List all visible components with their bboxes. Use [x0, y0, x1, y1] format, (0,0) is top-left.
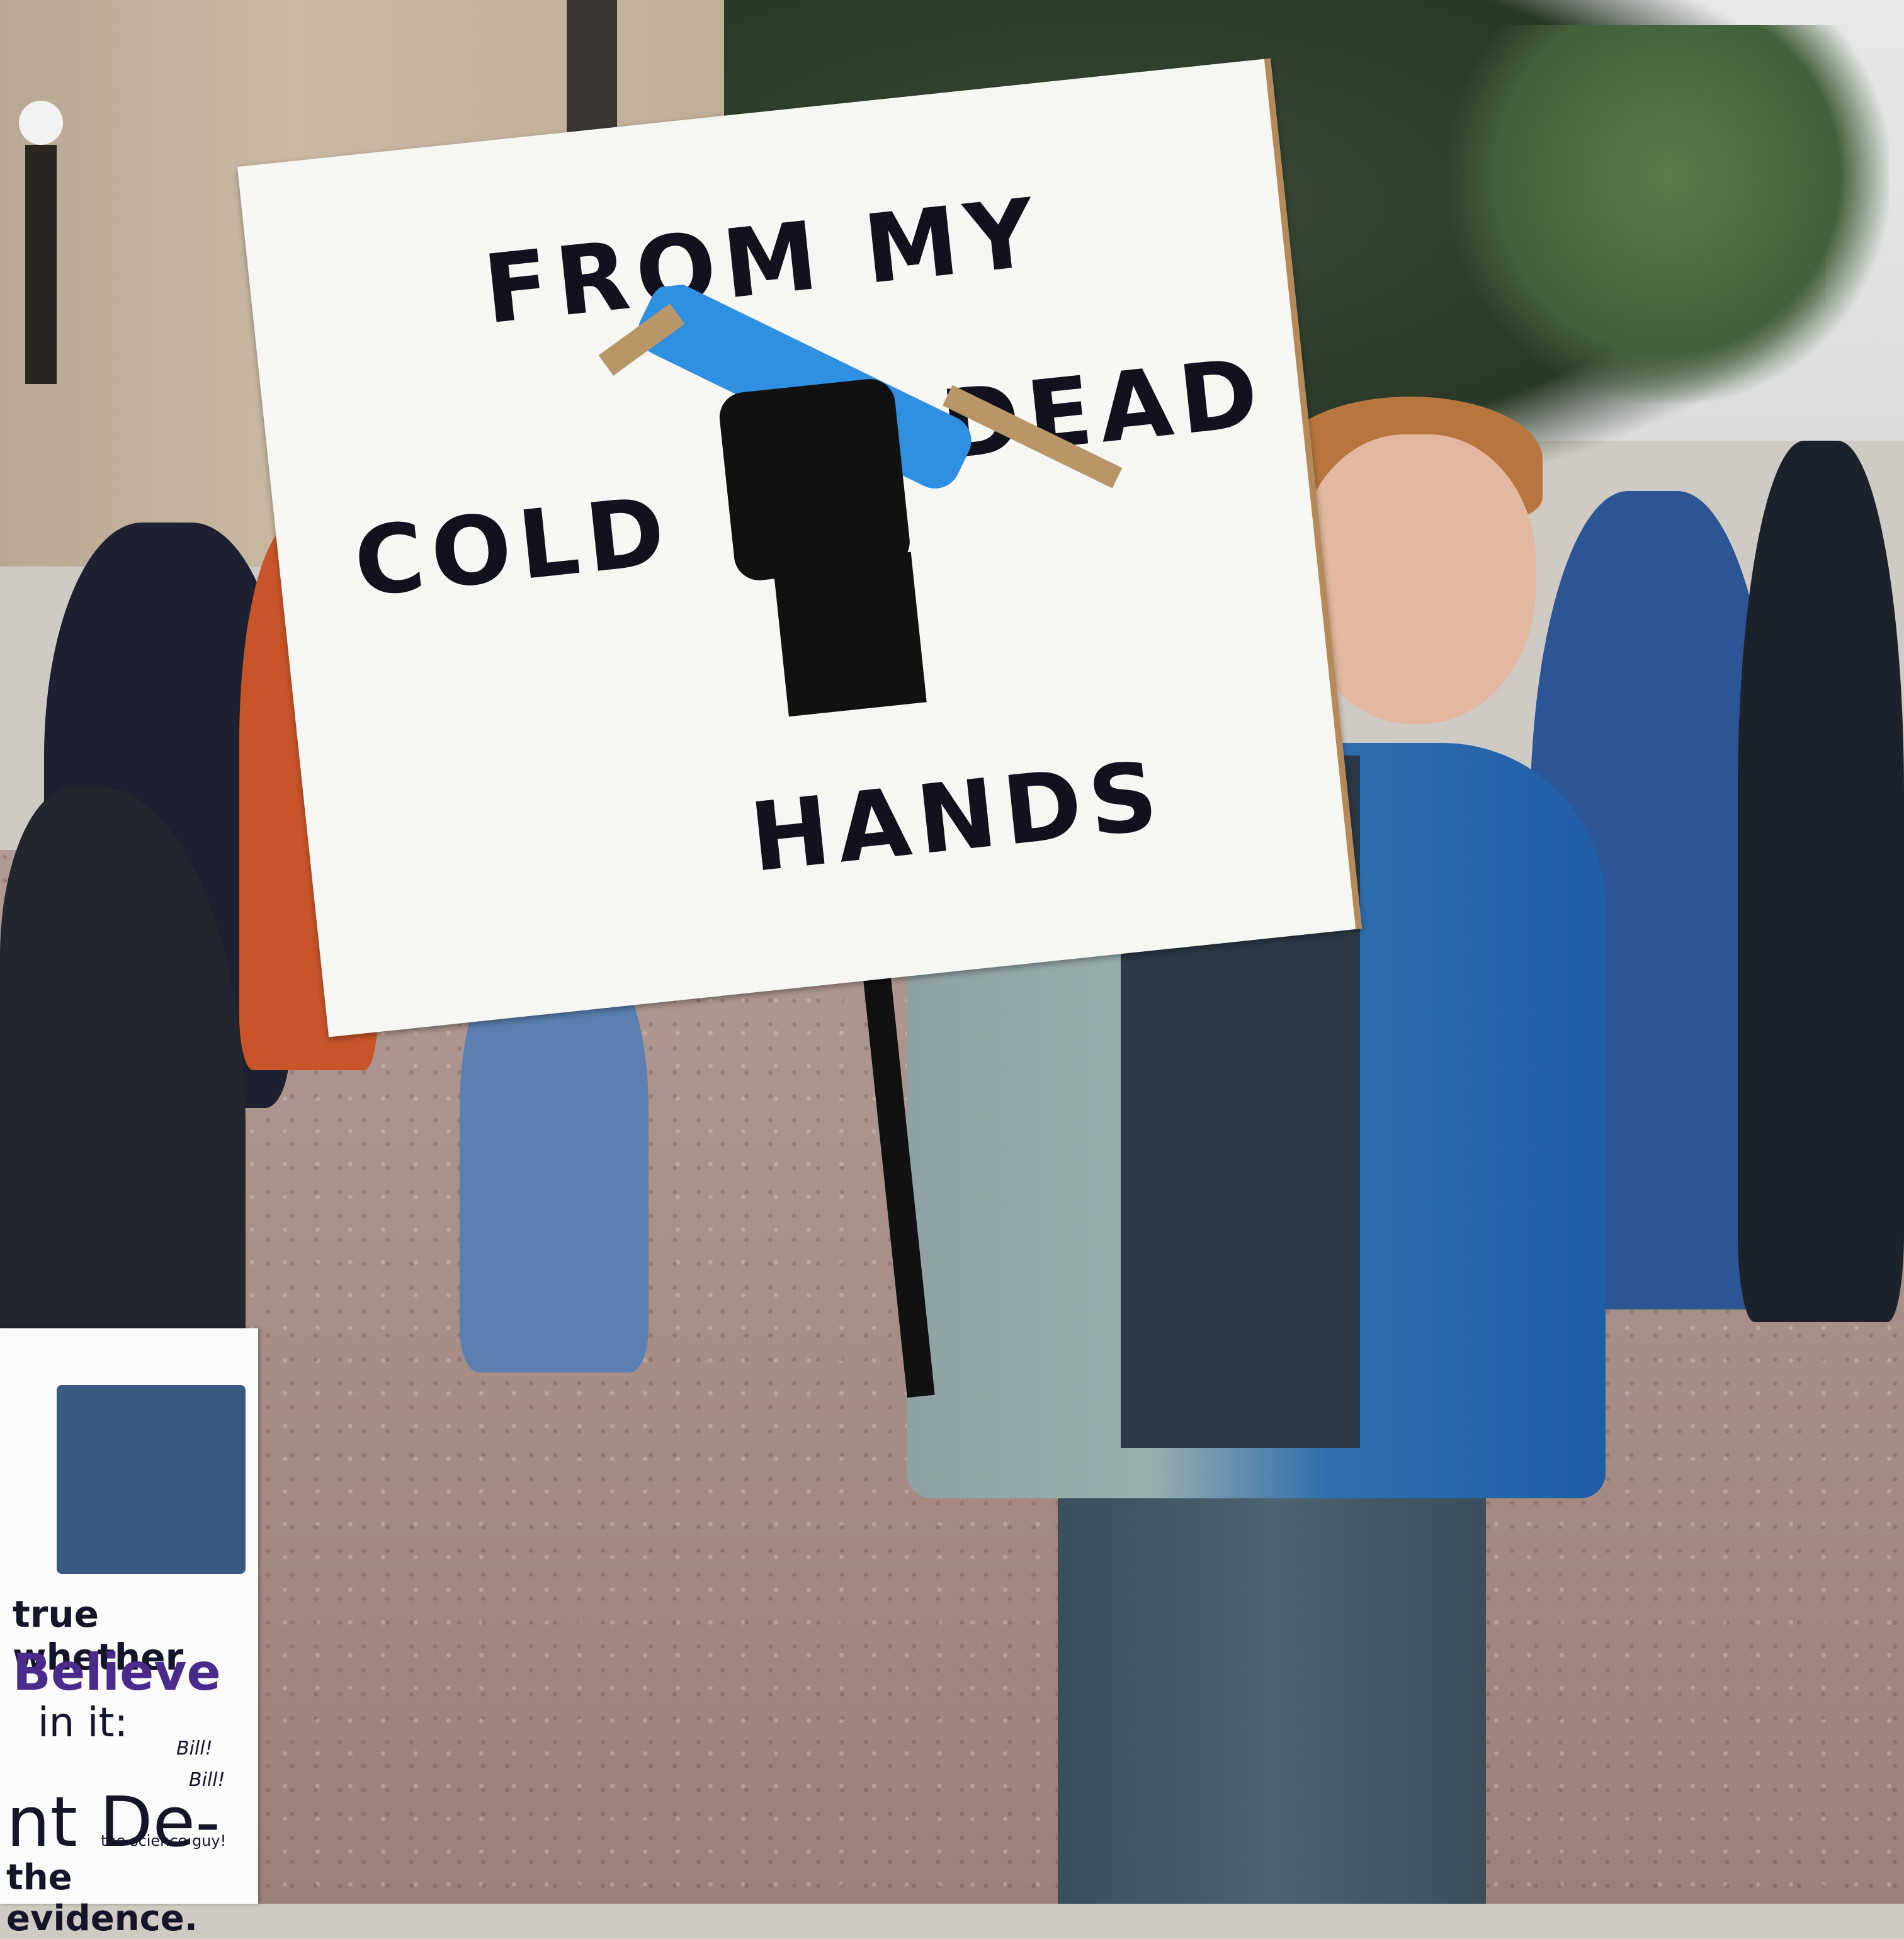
raised-fist-icon — [719, 379, 927, 717]
left-sign-line-4: Bill! — [176, 1738, 213, 1760]
building-window — [567, 0, 617, 145]
photo-of-scientist — [57, 1385, 246, 1574]
left-sign-line-3: in it: — [38, 1700, 128, 1746]
left-sign-line-6: Bill! — [189, 1769, 225, 1791]
left-sign-line-8: the science guy! — [101, 1832, 227, 1850]
person-black-jacket — [1738, 441, 1904, 1322]
left-protest-sign: true whether Believe in it: Bill! nt De-… — [0, 1328, 258, 1939]
left-sign-line-5: nt De- — [6, 1782, 220, 1862]
trees-right — [1448, 25, 1889, 403]
left-sign-line-7: the evidence. — [6, 1857, 198, 1939]
protest-sign: FROM MY COLD DEAD HANDS — [237, 58, 1363, 1037]
sign-line-hands: HANDS — [745, 741, 1170, 894]
left-sign-line-2: Believe — [13, 1643, 221, 1702]
lamp-post — [25, 145, 57, 384]
fist-pipette-illustration — [598, 283, 1123, 717]
lamp-globe — [19, 101, 63, 145]
